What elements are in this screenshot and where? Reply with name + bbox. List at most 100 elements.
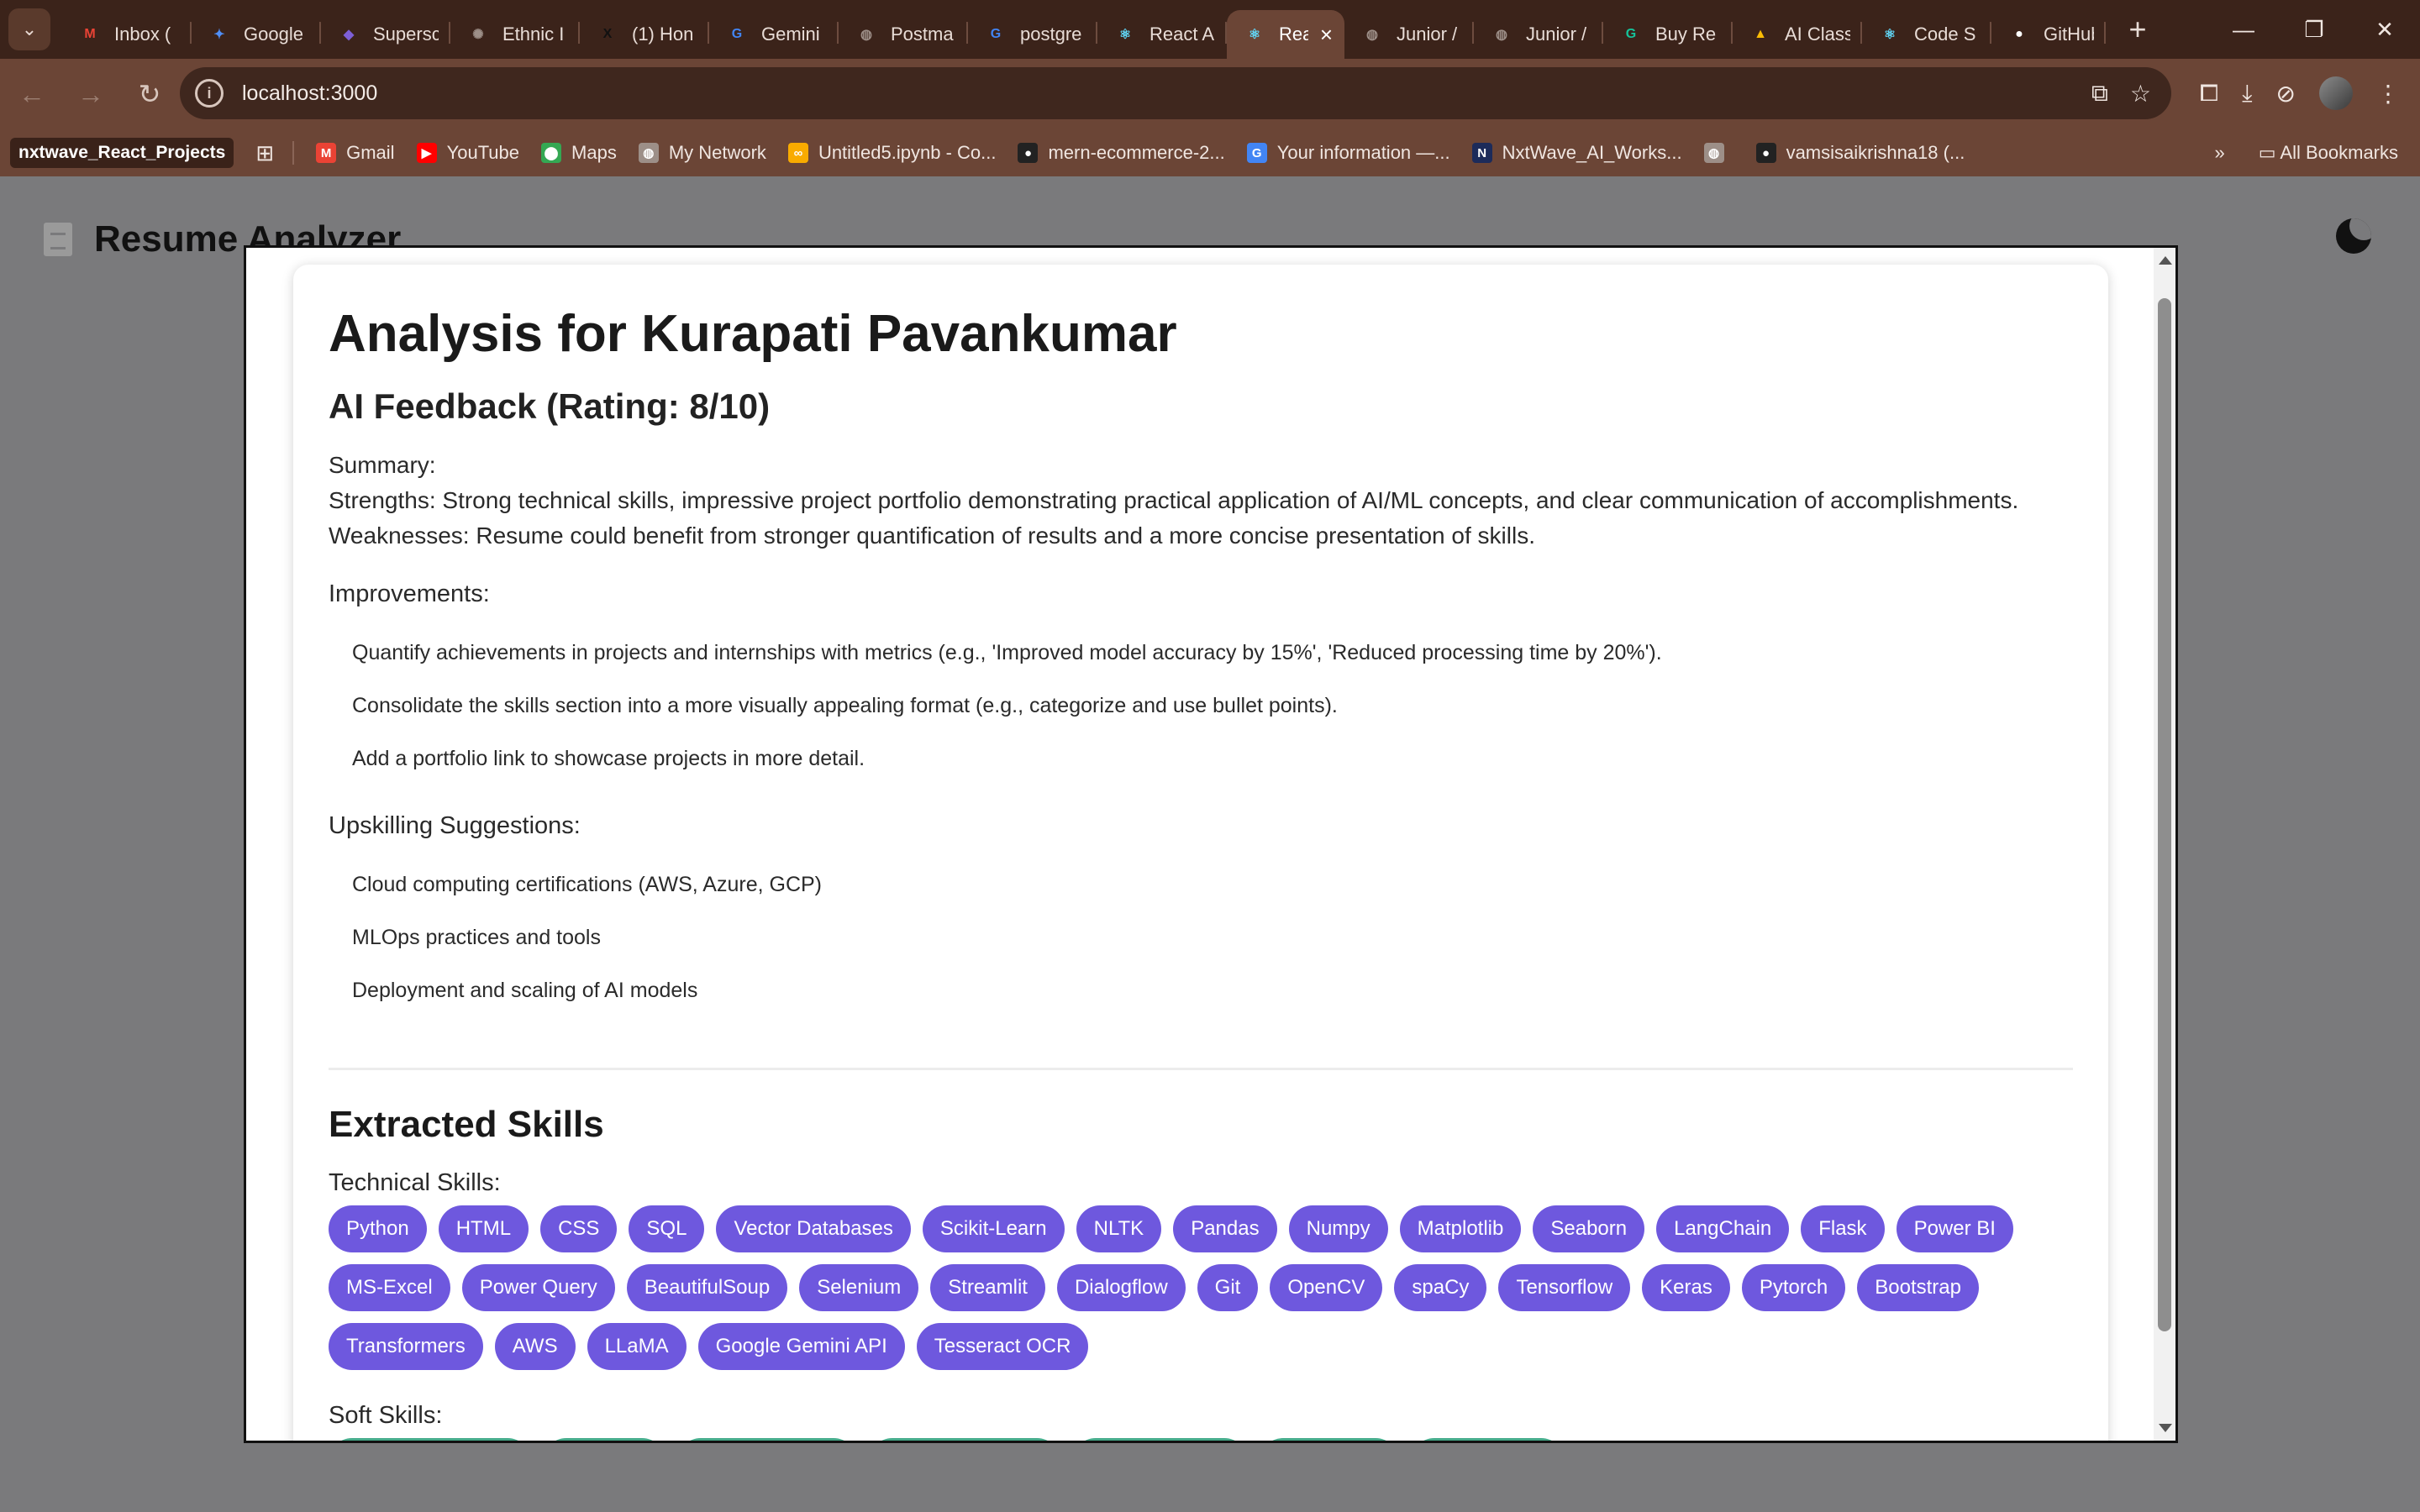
tab-label: Code S (1914, 24, 1976, 45)
all-bookmarks[interactable]: ▭ All Bookmarks (2259, 142, 2398, 164)
technical-skills-label: Technical Skills: (329, 1169, 501, 1196)
browser-tab[interactable]: ◆ Supersc (321, 10, 450, 59)
tab-label: postgre (1020, 24, 1082, 45)
browser-tab[interactable]: X (1) Hon (580, 10, 709, 59)
improvements-list: Quantify achievements in projects and in… (329, 627, 2073, 785)
react-icon: ⚛ (1248, 28, 1261, 42)
globe-icon: ◍ (860, 28, 872, 42)
bookmark-item[interactable]: ● mern-ecommerce-2... (1018, 142, 1225, 164)
bookmark-label: My Network (668, 142, 766, 163)
bookmark-item[interactable]: ◍ My Network (638, 142, 766, 164)
address-bar[interactable]: i localhost:3000 ⧉ ☆ (180, 67, 2171, 119)
technical-skill-pill: Flask (1801, 1205, 1885, 1252)
tab-label: Google (244, 24, 303, 45)
scroll-down-arrow-icon[interactable] (2159, 1424, 2172, 1432)
technical-skill-pill: BeautifulSoup (626, 1264, 788, 1311)
technical-skill-pill: Streamlit (930, 1264, 1045, 1311)
tab-label: React A (1150, 24, 1215, 45)
minimize-button[interactable]: — (2208, 0, 2279, 59)
list-item: Consolidate the skills section into a mo… (352, 694, 1338, 717)
soft-skills-label: Soft Skills: (329, 1402, 443, 1429)
list-item: MLOps practices and tools (352, 926, 601, 949)
browser-tab[interactable]: ▲ AI Class (1733, 10, 1862, 59)
restore-button[interactable]: ❐ (2279, 0, 2349, 59)
nxtwave-icon: N (1471, 143, 1492, 163)
bookmark-item[interactable]: ◍ (1703, 143, 1734, 163)
bookmark-item[interactable]: ● vamsisaikrishna18 (... (1755, 142, 1965, 164)
technical-skill-pill: Matplotlib (1399, 1205, 1522, 1252)
globe-icon: ◍ (1496, 28, 1507, 42)
globe-icon: ◍ (1703, 143, 1724, 163)
openai-icon: ✺ (472, 28, 484, 42)
back-button[interactable]: ← (5, 67, 59, 121)
globe-icon: ◍ (638, 143, 659, 163)
browser-tab[interactable]: G Buy Re (1603, 10, 1733, 59)
forward-button[interactable]: → (64, 67, 118, 121)
bookmark-item[interactable]: G Your information —... (1246, 142, 1450, 164)
browser-tab[interactable]: M Inbox ( (62, 10, 192, 59)
extensions-icon[interactable]: ⧠ (2200, 80, 2218, 108)
reload-button[interactable]: ↻ (123, 67, 176, 121)
browser-tab[interactable]: ◍ Junior / (1344, 10, 1474, 59)
browser-tab[interactable]: ✦ Google (192, 10, 321, 59)
more-bookmarks-icon[interactable]: » (2214, 142, 2224, 164)
soft-skill-pill: teamwork (543, 1438, 666, 1441)
modal-scrollbar[interactable] (2154, 248, 2175, 1441)
close-tab-icon[interactable]: × (1320, 22, 1333, 48)
browser-tab[interactable]: ✺ Ethnic I (450, 10, 580, 59)
bookmark-label: NxtWave_AI_Works... (1502, 142, 1682, 163)
colab-icon: ∞ (787, 143, 808, 163)
technical-skill-pill: Keras (1642, 1264, 1730, 1311)
dark-mode-toggle-icon[interactable] (2336, 218, 2371, 254)
new-tab-button[interactable]: + (2119, 11, 2156, 48)
tab-list: M Inbox (✦ Google ◆ Supersc ✺ Ethnic I X (1) Hon… (62, 0, 2106, 59)
bookmark-label: Your information —... (1276, 142, 1450, 163)
tab-label: (1) Hon (632, 24, 694, 45)
bookmark-item[interactable]: ⬤ Maps (541, 142, 617, 164)
close-window-button[interactable]: ✕ (2349, 0, 2420, 59)
tab-label: Ethnic I (502, 24, 565, 45)
apps-icon[interactable]: ⊞ (255, 140, 274, 166)
scroll-thumb[interactable] (2158, 298, 2171, 1331)
profile-avatar[interactable] (2319, 76, 2353, 110)
bookmark-folder[interactable]: nxtwave_React_Projects (10, 138, 234, 168)
menu-icon[interactable]: ⋮ (2376, 80, 2400, 108)
url-text[interactable]: localhost:3000 (242, 81, 377, 106)
browser-tab[interactable]: ● GitHub (1991, 10, 2106, 59)
technical-skill-pill: Selenium (799, 1264, 919, 1311)
browser-tab[interactable]: ⚛ Rea × (1227, 10, 1344, 59)
bookmark-item[interactable]: ▶ YouTube (416, 142, 519, 164)
soft-skill-pill: Time management (329, 1438, 532, 1441)
downloads-icon[interactable]: ⤓ (2242, 80, 2252, 108)
soft-skill-pill: Communication (1071, 1438, 1248, 1441)
bookmark-star-icon[interactable]: ☆ (2130, 80, 2151, 108)
browser-tab[interactable]: ⚛ React A (1097, 10, 1227, 59)
improvements-label: Improvements: (329, 580, 490, 607)
window-controls: — ❐ ✕ (2208, 0, 2420, 59)
gmail-icon: M (316, 143, 337, 163)
soft-skill-pill: Collaboration (1410, 1438, 1565, 1441)
bookmark-item[interactable]: M Gmail (316, 142, 395, 164)
technical-skill-pill: NLTK (1076, 1205, 1162, 1252)
upskilling-list: Cloud computing certifications (AWS, Azu… (329, 858, 2073, 1017)
analysis-modal: Analysis for Kurapati Pavankumar AI Feed… (244, 245, 2178, 1443)
site-info-icon[interactable]: i (195, 79, 224, 108)
performance-icon[interactable]: ⊘ (2276, 80, 2296, 108)
list-item: Quantify achievements in projects and in… (352, 641, 1662, 664)
bookmark-item[interactable]: ∞ Untitled5.ipynb - Co... (787, 142, 996, 164)
technical-skill-pill: Vector Databases (716, 1205, 911, 1252)
browser-tab[interactable]: Gpostgre (968, 10, 1097, 59)
technical-skill-pill: Bootstrap (1857, 1264, 1979, 1311)
browser-tab[interactable]: ⚛ Code S (1862, 10, 1991, 59)
browser-tab[interactable]: ◍ Postma (839, 10, 968, 59)
soft-skills-list: Time management teamwork Problem-solving At… (329, 1438, 2076, 1441)
bookmark-label: Gmail (346, 142, 395, 163)
scroll-up-arrow-icon[interactable] (2159, 256, 2172, 265)
bookmark-item[interactable]: N NxtWave_AI_Works... (1471, 142, 1682, 164)
install-app-icon[interactable]: ⧉ (2091, 80, 2108, 108)
tab-search-button[interactable]: ⌄ (8, 8, 50, 50)
browser-tab[interactable]: G Gemini (709, 10, 839, 59)
browser-tab[interactable]: ◍ Junior / (1474, 10, 1603, 59)
google-icon: G (731, 27, 743, 41)
technical-skill-pill: SQL (629, 1205, 705, 1252)
